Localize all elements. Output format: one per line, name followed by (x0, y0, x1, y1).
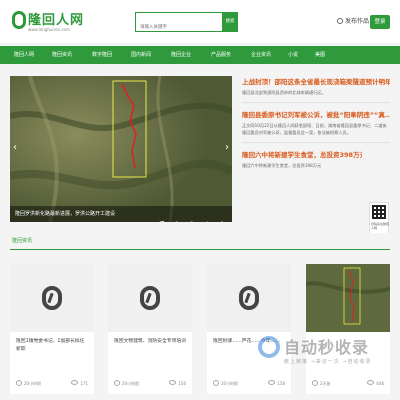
slider-dot[interactable]: 2 (173, 221, 181, 222)
card-time: 20小时前 (122, 381, 140, 386)
placeholder-logo-icon (42, 286, 62, 310)
qr-code-icon (372, 205, 386, 219)
headline-desc: 隆回县北部到邵阳县西岸的北线车辆通行区。 (242, 90, 326, 95)
divider (242, 102, 390, 103)
slider-pagination: 1 2 3 4 5 (156, 210, 226, 222)
placeholder-logo-icon (140, 286, 160, 310)
headline-desc: 正文网10月22日从隆回人网获悉邵阳、日前，湖南省隆回县委原书记、二道街隆回委员… (242, 123, 387, 135)
top-header: 隆回人网 www.longhuiren.com 搜索 发布作品 登录 (0, 0, 400, 43)
nav-item-products[interactable]: 产品服务 (211, 46, 231, 64)
divider (242, 142, 390, 143)
card-view-count: 171 (80, 381, 88, 386)
card-meta: 20小时前 171 (16, 380, 88, 387)
clock-icon (16, 380, 22, 386)
section-title[interactable]: 隆回资讯 (12, 237, 32, 244)
featured-slider[interactable]: ‹ › 隆回罗洪新化路最新进展，罗洪公路开工建设 1 2 3 4 5 (10, 76, 232, 222)
clock-icon (114, 380, 120, 386)
card-thumbnail (108, 264, 192, 332)
qr-caption: 扫码关注隆回人网 (371, 222, 390, 230)
watermark-text: 自动秒收录 (284, 338, 370, 357)
side-headlines: 上战封顶！邵阳这条全省最长现浇箱梁隧道预计明年5月… 隆回县北部到邵阳县西岸的北… (242, 76, 390, 222)
news-card[interactable]: 隆回封驿……芦花……今年…… 20小时前 158 (207, 264, 291, 394)
placeholder-logo-icon (239, 286, 259, 310)
card-thumbnail (10, 264, 94, 332)
card-time: 20小时前 (221, 381, 239, 386)
card-meta: 2天前 646 (312, 380, 384, 387)
nav-item-domestic[interactable]: 国内新闻 (131, 46, 151, 64)
headline-item: 隆回县委原书记刘军被公诉，被批“阳奉阴违”“真… 正文网10月22日从隆回人网获… (242, 109, 390, 136)
headline-title[interactable]: 隆回六中将新建学生食堂，总投资398万元 (242, 149, 362, 159)
logo-subtitle: www.longhuiren.com (28, 27, 70, 32)
nav-item-company-news[interactable]: 企业资讯 (251, 46, 271, 64)
site-logo[interactable]: 隆回人网 www.longhuiren.com (12, 9, 87, 35)
satellite-map-image (10, 76, 232, 222)
search-input[interactable] (136, 18, 228, 37)
satellite-map-image (305, 264, 391, 332)
nav-item-novel[interactable]: 小说 (288, 46, 298, 64)
watermark-subtext: 教上链接 →来访一次 →自动收录 (284, 359, 372, 365)
slider-next-button[interactable]: › (225, 142, 229, 153)
section-header: 隆回资讯 (10, 233, 390, 250)
user-icon (337, 18, 343, 24)
card-view-count: 158 (277, 381, 285, 386)
watermark-overlay: 自动秒收录 教上链接 →来访一次 →自动收录 (254, 330, 394, 374)
nav-item-home[interactable]: 隆回人网 (14, 46, 34, 64)
eye-icon (268, 380, 276, 385)
eye-icon (367, 380, 375, 385)
slider-caption[interactable]: 隆回罗洪新化路最新进展，罗洪公路开工建设 (15, 206, 115, 222)
headline-item: 隆回六中将新建学生食堂，总投资398万元 隆回六中将新建学生食堂，总投资398万… (242, 149, 362, 169)
news-card[interactable]: 隆回1镇党委书记、1副部长拟任新职 20小时前 171 (10, 264, 94, 394)
slider-prev-button[interactable]: ‹ (13, 142, 17, 153)
card-views: 156 (169, 380, 186, 386)
watermark-logo-icon (258, 336, 280, 358)
headline-title[interactable]: 隆回县委原书记刘军被公诉，被批“阳奉阴违”“真… (242, 109, 390, 119)
eye-icon (169, 380, 177, 385)
search-box: 搜索 (135, 12, 238, 37)
login-button[interactable]: 登录 (370, 15, 390, 29)
card-meta: 20小时前 158 (213, 380, 285, 387)
clock-icon (312, 380, 318, 386)
nav-item-enterprise[interactable]: 隆回企业 (171, 46, 191, 64)
publish-link[interactable]: 发布作品 (337, 16, 369, 25)
nav-item-digital[interactable]: 数字隆回 (92, 46, 112, 64)
headline-item: 上战封顶！邵阳这条全省最长现浇箱梁隧道预计明年5月… 隆回县北部到邵阳县西岸的北… (242, 76, 390, 96)
headline-desc: 隆回六中将新建学生食堂，总投资398万元 (242, 163, 322, 168)
main-nav: 隆回人网 隆回资讯 数字隆回 国内新闻 隆回企业 产品服务 企业资讯 小说 美图 (0, 46, 400, 64)
card-title[interactable]: 隆回1镇党委书记、1副部长拟任新职 (16, 338, 88, 354)
search-button[interactable]: 搜索 (222, 12, 238, 32)
card-title[interactable]: 隆回文物建筑、消防安全专项培训 (114, 338, 186, 346)
publish-label: 发布作品 (345, 18, 370, 25)
headline-title[interactable]: 上战封顶！邵阳这条全省最长现浇箱梁隧道预计明年5月… (242, 76, 390, 86)
slider-dot[interactable]: 1 (157, 221, 166, 222)
slider-caption-bar: 隆回罗洪新化路最新进展，罗洪公路开工建设 1 2 3 4 5 (10, 206, 232, 222)
card-views: 158 (268, 380, 285, 386)
clock-icon (213, 380, 219, 386)
card-views: 646 (367, 380, 384, 386)
nav-item-news[interactable]: 隆回资讯 (52, 46, 72, 64)
logo-text: 隆回人网 (28, 13, 85, 28)
card-thumbnail (305, 264, 391, 332)
card-meta: 20小时前 156 (114, 380, 186, 387)
slider-dot[interactable]: 5 (218, 221, 226, 222)
card-view-count: 646 (376, 381, 384, 386)
logo-mark-icon (12, 11, 26, 29)
card-time: 20小时前 (24, 381, 42, 386)
card-view-count: 156 (178, 381, 186, 386)
news-card[interactable]: 2天前 646 (305, 264, 391, 394)
card-views: 171 (71, 380, 88, 386)
card-thumbnail (207, 264, 291, 332)
card-time: 2天前 (320, 381, 331, 386)
slider-dot[interactable]: 3 (188, 221, 196, 222)
eye-icon (71, 380, 79, 385)
news-card[interactable]: 隆回文物建筑、消防安全专项培训 20小时前 156 (108, 264, 192, 394)
slider-dot[interactable]: 4 (203, 221, 211, 222)
nav-item-photos[interactable]: 美图 (315, 46, 325, 64)
